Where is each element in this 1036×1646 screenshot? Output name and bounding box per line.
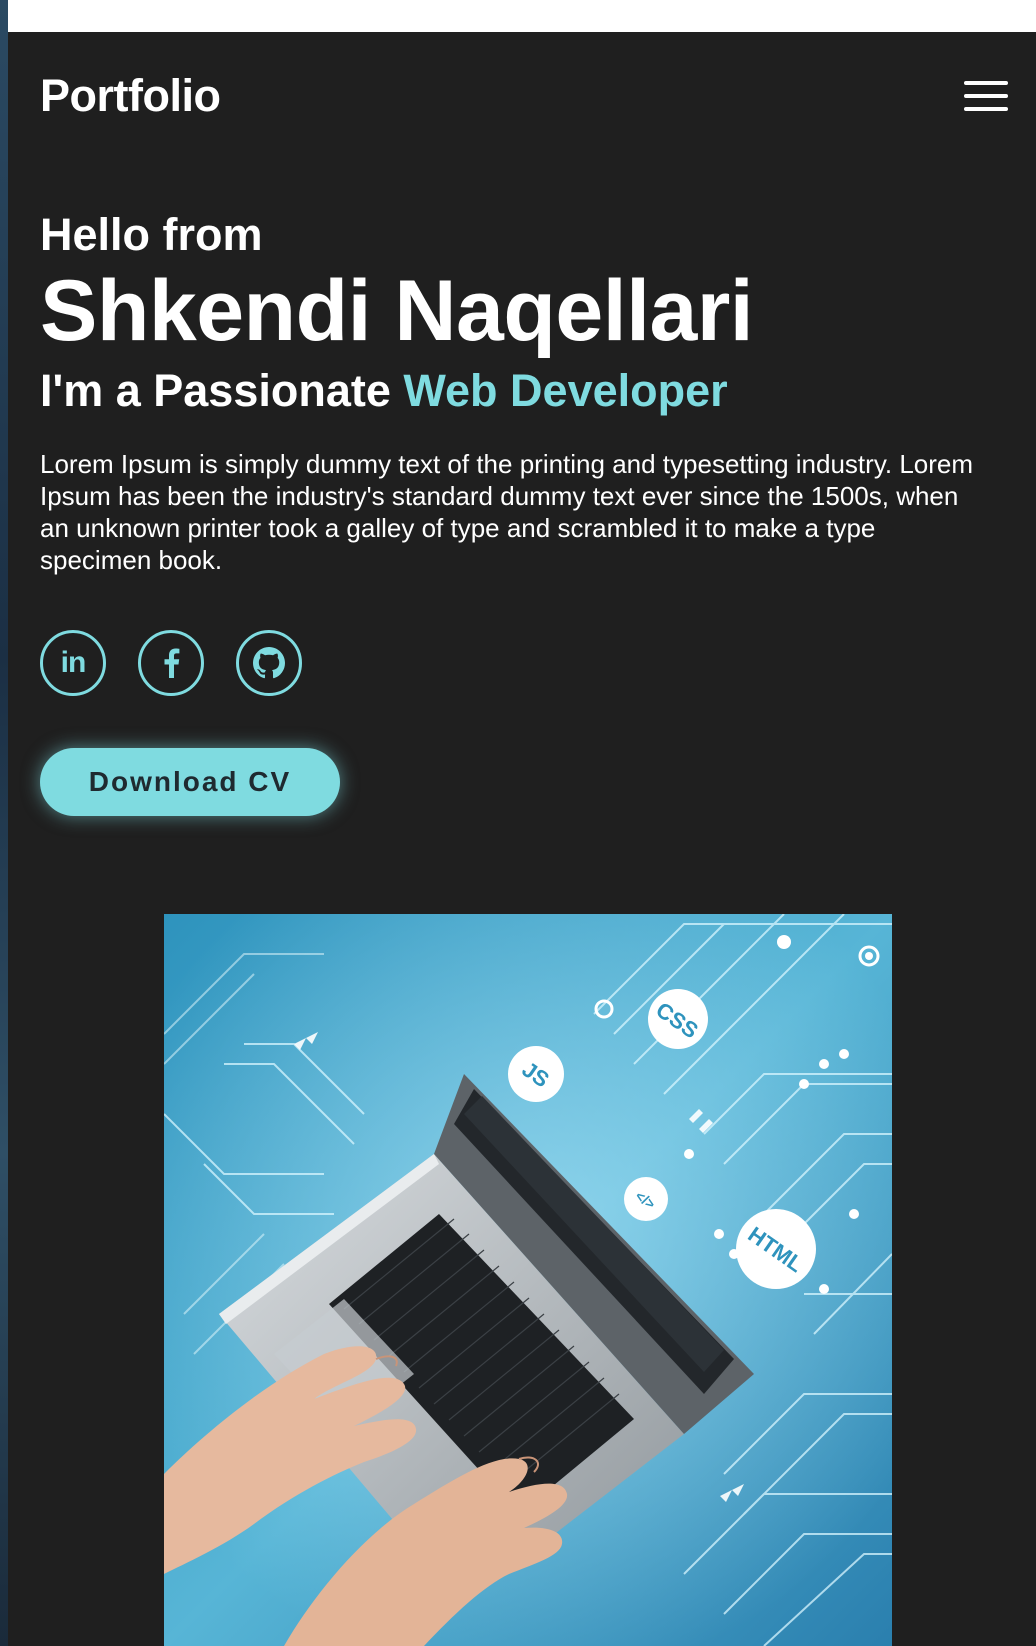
linkedin-link[interactable]: in xyxy=(40,629,106,696)
role-highlight: Web Developer xyxy=(403,364,728,416)
menu-bar xyxy=(964,81,1008,85)
menu-bar xyxy=(964,107,1008,111)
role-prefix: I'm a Passionate xyxy=(40,364,404,416)
linkedin-icon: in xyxy=(60,645,87,679)
hero-role: I'm a Passionate Web Developer xyxy=(40,364,1000,418)
laptop-illustration: CSS JS </> HTML xyxy=(164,914,892,1646)
hero-bio: Lorem Ipsum is simply dummy text of the … xyxy=(40,448,974,575)
js-badge: JS xyxy=(508,1046,564,1102)
hero-greeting: Hello from xyxy=(40,209,263,260)
css-badge: CSS xyxy=(648,989,708,1049)
github-link[interactable] xyxy=(236,629,302,696)
desktop-background-edge xyxy=(0,0,8,1646)
navbar: Portfolio xyxy=(40,70,1008,122)
github-icon xyxy=(253,646,285,679)
hero-image-laptop: CSS JS </> HTML xyxy=(164,914,892,1646)
html-badge: HTML xyxy=(736,1209,816,1289)
hamburger-menu-icon[interactable] xyxy=(964,78,1008,114)
hero-section: Hello from Shkendi Naqellari I'm a Passi… xyxy=(40,210,1000,816)
portfolio-page: Portfolio Hello from Shkendi Naqellari I… xyxy=(8,32,1036,1646)
social-links: in xyxy=(40,629,1000,696)
hero-name: Shkendi Naqellari xyxy=(40,262,754,359)
browser-top-strip xyxy=(8,0,1036,32)
code-badge: </> xyxy=(624,1177,668,1221)
download-cv-button[interactable]: Download CV xyxy=(40,747,340,816)
menu-bar xyxy=(964,94,1008,98)
site-logo[interactable]: Portfolio xyxy=(40,70,221,122)
facebook-link[interactable] xyxy=(138,629,204,696)
facebook-icon xyxy=(164,648,180,678)
